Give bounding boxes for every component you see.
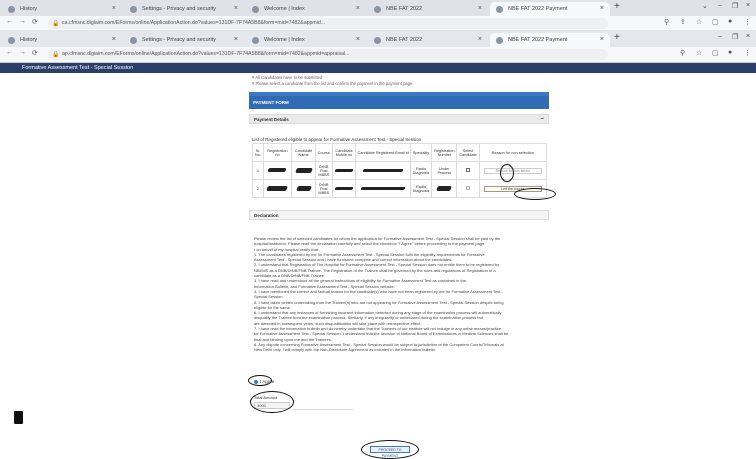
close-icon[interactable]: ×	[112, 2, 116, 16]
payment-form-title: PAYMENT FORM	[249, 96, 549, 109]
maximize-icon[interactable]: ❐	[732, 33, 738, 41]
redacted-email	[355, 179, 411, 198]
lock-icon: 🔒	[52, 21, 60, 27]
close-icon[interactable]: ×	[356, 2, 360, 16]
declaration-line: for Formative Assessment Test - Special …	[254, 331, 509, 337]
minimize-icon[interactable]: –	[718, 33, 722, 40]
close-icon[interactable]: ×	[234, 33, 238, 47]
forward-icon[interactable]: →	[19, 18, 26, 25]
table-row: 2 DrNB Post MBBS Radio Diagnosis Left th…	[252, 179, 548, 198]
close-icon[interactable]: ×	[112, 33, 116, 47]
lock-icon: 🔒	[52, 52, 60, 58]
gear-icon	[130, 5, 137, 13]
redacted-registration	[262, 179, 293, 198]
redacted-mobile	[331, 161, 357, 180]
tab-welcome[interactable]: Welcome | Index ×	[246, 33, 366, 47]
tab-nbe-fat[interactable]: NBE FAT 2022 ×	[368, 33, 488, 47]
menu-icon[interactable]: ⋮	[744, 18, 751, 26]
declaration-header: Declaration	[249, 210, 549, 220]
zoom-icon[interactable]: ⚲	[680, 49, 685, 57]
globe-icon	[374, 36, 381, 44]
globe-icon	[374, 5, 381, 13]
declaration-line: 5. I have taken written undertaking from…	[254, 299, 504, 305]
declaration-text: Please review the list of selected candi…	[254, 236, 544, 353]
app-logo	[14, 411, 23, 424]
app-title: Formative Assessment Test - Special Sess…	[22, 65, 134, 71]
reload-icon[interactable]: ⟳	[32, 18, 38, 26]
address-bar-row-front: ← → ⟳ 🔒 ap.cfmsnc.digiaim.com/EForms/onli…	[0, 47, 756, 62]
tab-history[interactable]: History ×	[2, 2, 122, 16]
zoom-icon[interactable]: ⚲	[664, 18, 669, 26]
minimize-icon[interactable]: –	[718, 2, 722, 9]
declaration-line: 4. I have mentioned the correct and fact…	[254, 288, 503, 294]
tab-nbe-fat-payment[interactable]: NBE FAT 2022 Payment ×	[490, 33, 610, 47]
back-icon[interactable]: ←	[6, 49, 13, 56]
globe-icon	[496, 36, 503, 44]
maximize-icon[interactable]: ❐	[732, 2, 738, 10]
redacted-registration	[262, 161, 293, 180]
profile-icon[interactable]: ●	[728, 49, 732, 56]
browser-tab-bar: History × Settings - Privacy and security…	[0, 0, 756, 16]
redacted-name	[291, 179, 317, 198]
close-icon[interactable]: ×	[234, 2, 238, 16]
payment-details-header[interactable]: Payment Details –	[249, 114, 549, 124]
tab-history[interactable]: History ×	[2, 33, 122, 47]
history-icon	[8, 5, 15, 13]
close-icon[interactable]: ×	[478, 2, 482, 16]
select-candidate-checkbox[interactable]	[456, 161, 480, 180]
tab-welcome[interactable]: Welcome | Index ×	[246, 2, 366, 16]
back-icon[interactable]: ←	[6, 18, 13, 25]
tab-settings[interactable]: Settings - Privacy and security ×	[124, 33, 244, 47]
collapse-icon[interactable]: –	[541, 115, 544, 124]
window-close-icon[interactable]: ×	[746, 2, 750, 9]
forward-icon[interactable]: →	[19, 49, 26, 56]
table-header-row: Sr. No. Registration no Candidate Name C…	[252, 143, 548, 162]
new-tab-button[interactable]: +	[614, 1, 620, 12]
redacted-name	[291, 161, 317, 180]
close-icon[interactable]: ×	[478, 33, 482, 47]
browser-tab-bar-front: History × Settings - Privacy and security…	[0, 31, 756, 47]
payment-page: # All Candidates have to be submitted # …	[246, 73, 556, 459]
app-header: Formative Assessment Test - Special Sess…	[0, 63, 756, 73]
highlight-circle	[514, 188, 556, 200]
profile-icon[interactable]: ●	[728, 18, 732, 25]
top-note: # All Candidates have to be submitted # …	[252, 75, 414, 86]
history-icon	[8, 36, 15, 44]
declaration-line: New Delhi only. I will comply with the N…	[254, 347, 437, 353]
bookmark-star-icon[interactable]: ☆	[696, 18, 702, 26]
highlight-circle	[250, 391, 294, 413]
globe-icon	[252, 36, 259, 44]
share-icon[interactable]: ⇪	[680, 18, 686, 26]
divider	[293, 409, 353, 410]
front-browser-window: History × Settings - Privacy and security…	[0, 31, 756, 63]
highlight-circle	[248, 375, 272, 386]
highlight-circle	[500, 164, 514, 182]
list-title: List of Registered eligible to appear fo…	[252, 137, 422, 142]
chevron-down-icon[interactable]: ⌄	[702, 2, 708, 10]
url-bar[interactable]: 🔒 ap.cfmsnc.digiaim.com/EForms/online/App…	[48, 49, 608, 60]
window-close-icon[interactable]: ×	[746, 33, 750, 40]
gear-icon	[130, 36, 137, 44]
close-icon[interactable]: ×	[600, 33, 604, 47]
address-bar-row: ← → ⟳ 🔒 ca.cfmsnc.digiaim.com/EForms/onli…	[0, 16, 756, 31]
close-icon[interactable]: ×	[600, 2, 604, 16]
tab-settings[interactable]: Settings - Privacy and security ×	[124, 2, 244, 16]
tab-nbe-fat[interactable]: NBE FAT 2022 ×	[368, 2, 488, 16]
url-bar[interactable]: 🔒 ca.cfmsnc.digiaim.com/EForms/online/App…	[48, 18, 608, 29]
tab-nbe-fat-payment[interactable]: NBE FAT 2022 Payment ×	[490, 2, 610, 16]
highlight-circle	[361, 440, 419, 459]
new-tab-button[interactable]: +	[614, 32, 620, 43]
close-icon[interactable]: ×	[356, 33, 360, 47]
redacted-registration-number	[431, 179, 458, 198]
reload-icon[interactable]: ⟳	[32, 49, 38, 57]
globe-icon	[496, 5, 503, 13]
select-candidate-checkbox[interactable]	[456, 179, 480, 198]
redacted-email	[355, 161, 411, 180]
menu-icon[interactable]: ⋮	[744, 49, 751, 57]
globe-icon	[252, 5, 259, 13]
bookmark-star-icon[interactable]: ☆	[696, 49, 702, 57]
sidebar-icon[interactable]: ▢	[712, 49, 719, 57]
redacted-mobile	[331, 179, 357, 198]
sidebar-icon[interactable]: ▢	[712, 18, 719, 26]
